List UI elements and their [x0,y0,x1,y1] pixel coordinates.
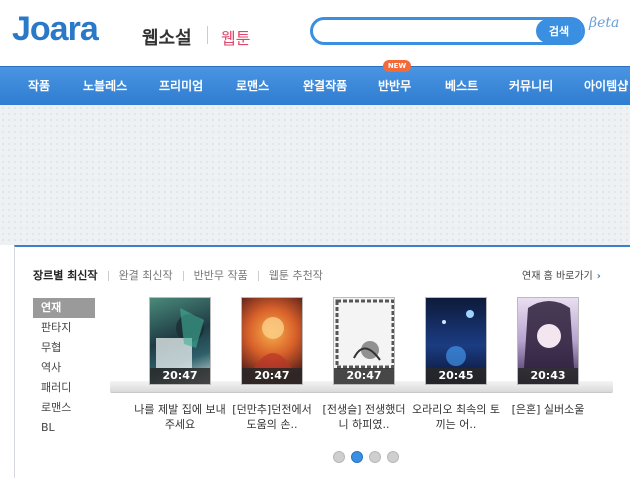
nav-item-itemshop[interactable]: 아이템샵 [584,67,628,106]
tab-divider [257,271,259,281]
carousel-pager [333,448,405,467]
nav-item-community[interactable]: 커뮤니티 [509,67,553,106]
tab-webtoon-recommend[interactable]: 웹툰 추천작 [269,267,323,283]
genre-item-martial[interactable]: 무협 [33,338,95,358]
genre-list: 연재 판타지 무협 역사 패러디 로맨스 BL [33,298,95,438]
search-button[interactable]: 검색 [536,19,582,43]
header: Joara 웹소설 웹툰 검색 βeta [0,0,630,66]
search-input[interactable] [325,22,545,40]
tab-divider [107,271,109,281]
latest-works-panel: 장르별 최신작 완결 최신작 반반무 작품 웹툰 추천작 연재 홈 바로가기 › 연재 … [14,245,630,478]
genre-item-parody[interactable]: 패러디 [33,378,95,398]
pager-dot[interactable] [369,451,381,463]
nav-item-best[interactable]: 베스트 [445,67,478,106]
book-title[interactable]: [던만추]던전에서 도움의 손.. [226,402,318,432]
webtoon-link[interactable]: 웹툰 [221,25,250,49]
update-time: 20:47 [334,368,394,384]
book-title[interactable]: 나를 제발 집에 보내주세요 [134,402,226,432]
pager-dot-active[interactable] [351,451,363,463]
tab-completed-latest[interactable]: 완결 최신작 [119,267,173,283]
book-cover: 20:47 [149,297,211,385]
chevron-right-icon: › [596,271,601,282]
genre-item-romance[interactable]: 로맨스 [33,398,95,418]
genre-item-bl[interactable]: BL [33,418,95,438]
nav-item-banbanmu[interactable]: 반반무 [378,67,411,106]
pager-dot[interactable] [333,451,345,463]
page: Joara 웹소설 웹툰 검색 βeta 작품 노블레스 프리미엄 로맨스 완결… [0,0,630,478]
update-time: 20:47 [242,368,302,384]
main-nav: 작품 노블레스 프리미엄 로맨스 완결작품 반반무 베스트 커뮤니티 아이템샵 [0,66,630,105]
book-card[interactable]: 20:47 [241,297,303,387]
nav-item-works[interactable]: 작품 [28,67,50,106]
book-card[interactable]: 20:43 [517,297,579,387]
book-title[interactable]: 오라리오 최속의 토끼는 어.. [410,402,502,432]
genre-item-fantasy[interactable]: 판타지 [33,318,95,338]
update-time: 20:45 [426,368,486,384]
beta-label: βeta [589,15,620,31]
joara-logo[interactable]: Joara [12,10,99,49]
book-cover: 20:43 [517,297,579,385]
book-title[interactable]: [은혼] 실버소울 [502,402,594,417]
tab-banbanmu-works[interactable]: 반반무 작품 [194,267,248,283]
book-card[interactable]: 20:47 [149,297,211,387]
book-title[interactable]: [전생슬] 전생했더니 하피였.. [318,402,410,432]
serial-home-link[interactable]: 연재 홈 바로가기 › [522,267,601,282]
nav-item-premium[interactable]: 프리미엄 [159,67,203,106]
panel-tabs: 장르별 최신작 완결 최신작 반반무 작품 웹툰 추천작 [33,267,323,283]
search-box: 검색 [310,17,585,45]
book-cover: 20:47 [241,297,303,385]
update-time: 20:47 [150,368,210,384]
tab-genre-latest[interactable]: 장르별 최신작 [33,267,98,283]
genre-item-history[interactable]: 역사 [33,358,95,378]
tab-divider [182,271,184,281]
book-card[interactable]: 20:45 [425,297,487,387]
banner-area [0,105,630,245]
book-cover: 20:45 [425,297,487,385]
serial-home-label: 연재 홈 바로가기 [522,271,593,282]
divider [207,26,208,44]
pager-dot[interactable] [387,451,399,463]
new-badge: NEW [383,60,411,72]
nav-item-romance[interactable]: 로맨스 [236,67,269,106]
genre-item-serial[interactable]: 연재 [33,298,95,318]
book-card[interactable]: 20:47 [333,297,395,387]
nav-item-completed[interactable]: 완결작품 [303,67,347,106]
update-time: 20:43 [518,368,578,384]
book-cover: 20:47 [333,297,395,385]
webnovel-link[interactable]: 웹소설 [142,24,192,50]
nav-item-noblesse[interactable]: 노블레스 [83,67,127,106]
